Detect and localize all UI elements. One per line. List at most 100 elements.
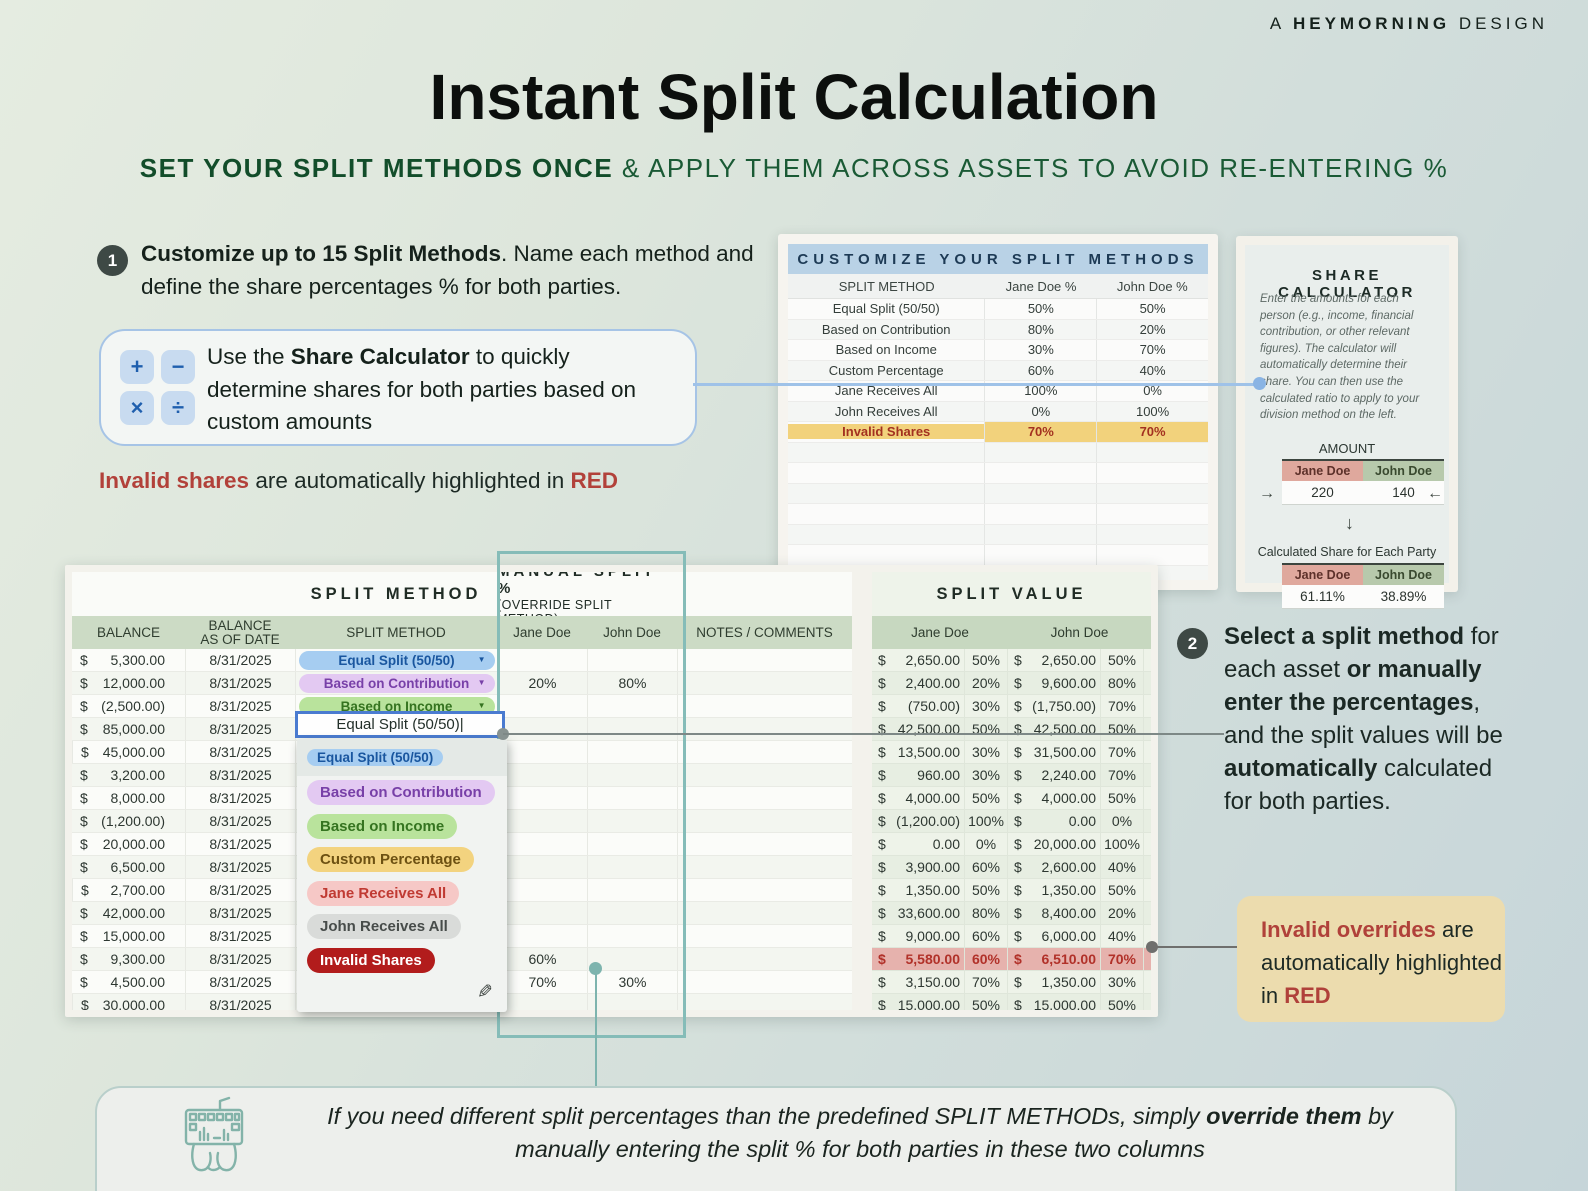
balance-date-cell[interactable]: 8/31/2025 [185,948,295,970]
split-method-cell[interactable]: Based on Contribution▼ [295,672,497,694]
balance-date-cell[interactable]: 8/31/2025 [185,994,295,1010]
notes-cell[interactable] [677,902,852,924]
amount-jane-input[interactable]: 220 [1282,481,1363,504]
notes-cell[interactable] [677,787,852,809]
notes-cell[interactable] [677,833,852,855]
customize-empty-row[interactable] [788,443,1208,464]
john-pct-cell[interactable] [1096,545,1208,565]
jane-pct-cell[interactable] [984,484,1096,504]
john-pct-cell[interactable]: 40% [1096,361,1208,381]
balance-date-cell[interactable]: 8/31/2025 [185,902,295,924]
split-method-pill[interactable]: Equal Split (50/50)▼ [299,651,495,670]
jane-pct-cell[interactable] [984,463,1096,483]
notes-cell[interactable] [677,810,852,832]
dropdown-option-pill[interactable]: Equal Split (50/50) [307,749,443,766]
pencil-icon[interactable]: ✎ [477,981,493,1004]
dropdown-option-pill[interactable]: Invalid Shares [307,948,435,973]
balance-date-cell[interactable]: 8/31/2025 [185,764,295,786]
balance-date-cell[interactable]: 8/31/2025 [185,810,295,832]
customize-empty-row[interactable] [788,504,1208,525]
balance-cell[interactable]: $15,000.00 [72,925,185,947]
jane-pct-cell[interactable]: 30% [984,340,1096,360]
notes-cell[interactable] [677,649,852,671]
balance-date-cell[interactable]: 8/31/2025 [185,787,295,809]
dropdown-option-pill[interactable]: Jane Receives All [307,881,459,906]
john-pct-cell[interactable] [1096,463,1208,483]
balance-cell[interactable]: $6,500.00 [72,856,185,878]
notes-cell[interactable] [677,879,852,901]
john-pct-cell[interactable]: 70% [1096,422,1208,442]
split-method-pill[interactable]: Based on Contribution▼ [299,674,495,693]
chevron-down-icon[interactable]: ▼ [478,655,486,664]
method-cell[interactable]: Invalid Shares [788,424,984,439]
chevron-down-icon[interactable]: ▼ [478,678,486,687]
balance-date-cell[interactable]: 8/31/2025 [185,925,295,947]
jane-pct-cell[interactable] [984,545,1096,565]
dropdown-option[interactable]: John Receives All [297,910,507,944]
customize-empty-row[interactable] [788,484,1208,505]
balance-date-cell[interactable]: 8/31/2025 [185,695,295,717]
notes-cell[interactable] [677,764,852,786]
balance-cell[interactable]: $4,500.00 [72,971,185,993]
jane-pct-cell[interactable]: 0% [984,402,1096,422]
customize-empty-row[interactable] [788,525,1208,546]
dropdown-option[interactable]: Invalid Shares [297,944,507,978]
jane-pct-cell[interactable]: 80% [984,320,1096,340]
notes-cell[interactable] [677,994,852,1010]
jane-pct-cell[interactable] [984,443,1096,463]
customize-empty-row[interactable] [788,545,1208,566]
balance-cell[interactable]: $30,000.00 [72,994,185,1010]
balance-date-cell[interactable]: 8/31/2025 [185,879,295,901]
balance-date-cell[interactable]: 8/31/2025 [185,856,295,878]
balance-cell[interactable]: $5,300.00 [72,649,185,671]
balance-cell[interactable]: $8,000.00 [72,787,185,809]
balance-date-cell[interactable]: 8/31/2025 [185,649,295,671]
balance-cell[interactable]: $20,000.00 [72,833,185,855]
split-method-cell[interactable]: Equal Split (50/50)▼ [295,649,497,671]
balance-cell[interactable]: $2,700.00 [72,879,185,901]
jane-pct-cell[interactable]: 60% [984,361,1096,381]
balance-cell[interactable]: $(1,200.00) [72,810,185,832]
john-pct-cell[interactable]: 50% [1096,299,1208,319]
dropdown-option-pill[interactable]: Based on Contribution [307,780,495,805]
dropdown-option[interactable]: Custom Percentage [297,843,507,877]
jane-pct-cell[interactable]: 70% [984,422,1096,442]
method-cell[interactable]: Based on Contribution [788,322,984,337]
balance-cell[interactable]: $85,000.00 [72,718,185,740]
notes-cell[interactable] [677,718,852,740]
method-cell[interactable]: Jane Receives All [788,383,984,398]
dropdown-option[interactable]: Based on Income [297,810,507,844]
balance-date-cell[interactable]: 8/31/2025 [185,741,295,763]
balance-date-cell[interactable]: 8/31/2025 [185,833,295,855]
dropdown-option[interactable]: Based on Contribution [297,776,507,810]
dropdown-option-pill[interactable]: Custom Percentage [307,847,474,872]
dropdown-option-pill[interactable]: Based on Income [307,814,457,839]
balance-cell[interactable]: $(2,500.00) [72,695,185,717]
balance-cell[interactable]: $45,000.00 [72,741,185,763]
dropdown-option-pill[interactable]: John Receives All [307,914,461,939]
john-pct-cell[interactable] [1096,504,1208,524]
jane-pct-cell[interactable]: 50% [984,299,1096,319]
balance-date-cell[interactable]: 8/31/2025 [185,672,295,694]
method-cell[interactable]: Based on Income [788,342,984,357]
notes-cell[interactable] [677,856,852,878]
balance-date-cell[interactable]: 8/31/2025 [185,971,295,993]
notes-cell[interactable] [677,672,852,694]
notes-cell[interactable] [677,948,852,970]
balance-cell[interactable]: $9,300.00 [72,948,185,970]
notes-cell[interactable] [677,925,852,947]
balance-date-cell[interactable]: 8/31/2025 [185,718,295,740]
john-pct-cell[interactable] [1096,443,1208,463]
notes-cell[interactable] [677,971,852,993]
balance-cell[interactable]: $42,000.00 [72,902,185,924]
john-pct-cell[interactable]: 20% [1096,320,1208,340]
balance-cell[interactable]: $3,200.00 [72,764,185,786]
john-pct-cell[interactable] [1096,525,1208,545]
notes-cell[interactable] [677,741,852,763]
notes-cell[interactable] [677,695,852,717]
dropdown-option[interactable]: Equal Split (50/50) [297,739,507,776]
split-method-edit-cell[interactable]: Equal Split (50/50)| [295,711,505,738]
method-cell[interactable]: Custom Percentage [788,363,984,378]
dropdown-option[interactable]: Jane Receives All [297,877,507,911]
chevron-down-icon[interactable]: ▼ [478,701,486,710]
